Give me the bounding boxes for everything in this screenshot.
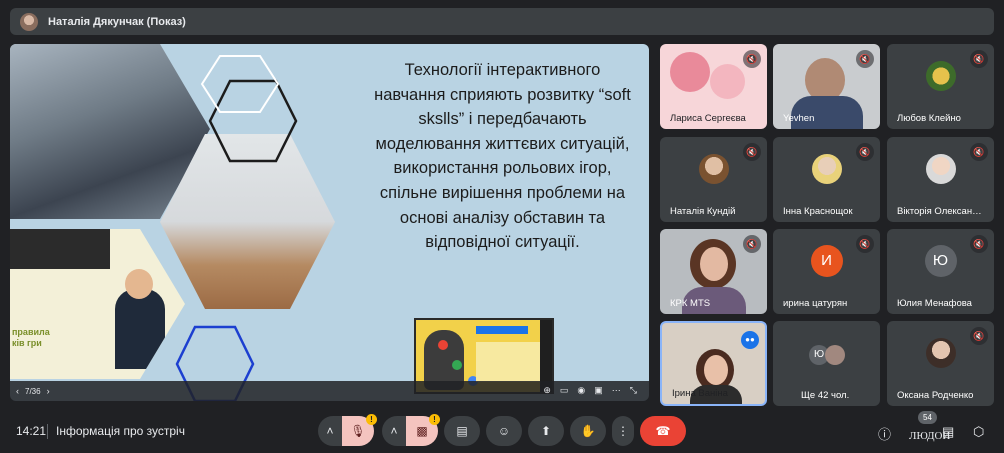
next-slide-icon[interactable]: › [47, 386, 50, 396]
mic-off-icon: 🔇 [743, 235, 761, 253]
participant-tile[interactable]: И 🔇 ирина цатурян [773, 229, 880, 314]
presenter-avatar [20, 12, 38, 31]
participant-name: Інна Краснощок [783, 206, 853, 217]
avatar: И [810, 245, 843, 278]
activities-icon[interactable]: ⬡ [973, 424, 984, 440]
participant-tile[interactable]: Ю 🔇 Юлия Менафова [887, 229, 994, 314]
presenter-bar: Наталія Дякунчак (Показ) [10, 8, 994, 35]
audio-icon[interactable]: ◉ [577, 385, 585, 396]
mic-off-icon: 🔇 [970, 143, 988, 161]
participant-tile[interactable]: 🔇 Інна Краснощок [773, 137, 880, 222]
more-participants-tile[interactable]: Ю Ще 42 чол. [773, 321, 880, 406]
participant-tile[interactable]: 🔇 КРК MTS [660, 229, 767, 314]
participant-name: Ще 42 чол. [801, 390, 850, 401]
audio-options-button[interactable]: ˄ [318, 416, 342, 446]
participant-name: Наталія Кундій [670, 206, 736, 217]
present-screen-icon: ⬆ [540, 424, 552, 438]
participant-name: Лариса Сергеєва [670, 113, 746, 124]
avatar [825, 345, 845, 365]
participant-tile[interactable]: 🔇 Yevhen [773, 44, 880, 129]
meet-window: Наталія Дякунчак (Показ) правила ків гри… [0, 0, 1004, 453]
presentation-view: правила ків гри Технології інтерактивног… [10, 44, 649, 401]
avatar [925, 154, 956, 185]
captions-button[interactable]: ▤ [444, 416, 480, 446]
presenter-title: Наталія Дякунчак (Показ) [48, 15, 186, 28]
participant-name: Любов Клейно [897, 113, 961, 124]
mic-off-icon: 🔇 [856, 143, 874, 161]
people-label[interactable]: ЛЮДОИ [909, 430, 950, 442]
slide-controls: ‹ 7/36 › ⊕ ▭ ◉ ▣ ⋯ ⤡ [10, 381, 649, 401]
participant-name: Yevhen [783, 113, 815, 124]
participant-tile[interactable]: 🔇 Лариса Сергеєва [660, 44, 767, 129]
warning-badge-icon: ! [366, 414, 377, 425]
mic-off-icon: 🎙 [350, 424, 366, 438]
avatar [925, 61, 956, 92]
participant-tile[interactable]: 🔇 Любов Клейно [887, 44, 994, 129]
avatar [925, 338, 956, 369]
captions-icon: ▤ [456, 424, 468, 438]
participant-name: ирина цатурян [783, 298, 848, 309]
chevron-up-icon: ˄ [326, 424, 334, 438]
layout-icon[interactable]: ▣ [594, 385, 603, 396]
participant-name: Юлия Менафова [897, 298, 972, 309]
zoom-icon[interactable]: ⊕ [543, 385, 551, 396]
avatar [811, 154, 842, 185]
participant-tile[interactable]: 🔇 Оксана Родченко [887, 321, 994, 406]
warning-badge-icon: ! [429, 414, 440, 425]
mic-off-icon: 🔇 [743, 143, 761, 161]
emoji-icon: ☺ [497, 424, 511, 438]
participant-name: Оксана Родченко [897, 390, 974, 401]
meeting-info-link[interactable]: Інформація про зустріч [56, 424, 185, 438]
hand-icon: ✋ [580, 424, 596, 438]
more-icon[interactable]: ⋯ [612, 385, 621, 396]
avatar: Ю [924, 245, 957, 278]
clock: 14:21 [16, 424, 47, 438]
raise-hand-button[interactable]: ✋ [570, 416, 606, 446]
mic-off-icon: 🔇 [970, 235, 988, 253]
divider [47, 424, 48, 439]
more-vert-icon: ⋮ [617, 424, 629, 438]
bottom-toolbar: 14:21 Інформація про зустріч ˄ 🎙 ! ˄ ▩ !… [0, 411, 1004, 453]
participant-tile-active[interactable]: ●● Ірина Ваніна [660, 321, 767, 406]
mic-off-icon: 🔇 [856, 235, 874, 253]
more-options-button[interactable]: ⋮ [612, 416, 634, 446]
mic-off-icon: 🔇 [743, 50, 761, 68]
hex-outline-white [200, 55, 280, 113]
reactions-button[interactable]: ☺ [486, 416, 522, 446]
captions-icon[interactable]: ▭ [560, 385, 569, 396]
mic-off-icon: 🔇 [970, 327, 988, 345]
prev-slide-icon[interactable]: ‹ [16, 386, 19, 396]
participant-name: КРК MTS [670, 298, 711, 309]
mic-off-icon: 🔇 [856, 50, 874, 68]
chevron-up-icon: ˄ [390, 424, 398, 438]
avatar [698, 154, 729, 185]
mic-off-icon: 🔇 [970, 50, 988, 68]
video-options-button[interactable]: ˄ [382, 416, 406, 446]
leave-call-button[interactable]: ☎ [640, 416, 686, 446]
participant-tile[interactable]: 🔇 Вікторія Олексан… [887, 137, 994, 222]
participant-name: Ірина Ваніна [672, 388, 728, 399]
participant-name: Вікторія Олексан… [897, 206, 982, 217]
people-count-badge: 54 [918, 411, 937, 424]
exit-fullscreen-icon[interactable]: ⤡ [630, 385, 637, 396]
hang-up-icon: ☎ [655, 424, 671, 438]
present-button[interactable]: ⬆ [528, 416, 564, 446]
game-rules-image: правила ків гри [10, 229, 185, 379]
participant-tile[interactable]: 🔇 Наталія Кундій [660, 137, 767, 222]
page-indicator: 7/36 [25, 386, 41, 396]
speaking-indicator-icon: ●● [741, 331, 759, 349]
camera-off-icon: ▩ [416, 424, 428, 438]
slide-text: Технології інтерактивного навчання сприя… [374, 61, 631, 252]
inset-text: правила ків гри [12, 327, 50, 348]
info-icon[interactable]: ⓘ [878, 424, 891, 443]
